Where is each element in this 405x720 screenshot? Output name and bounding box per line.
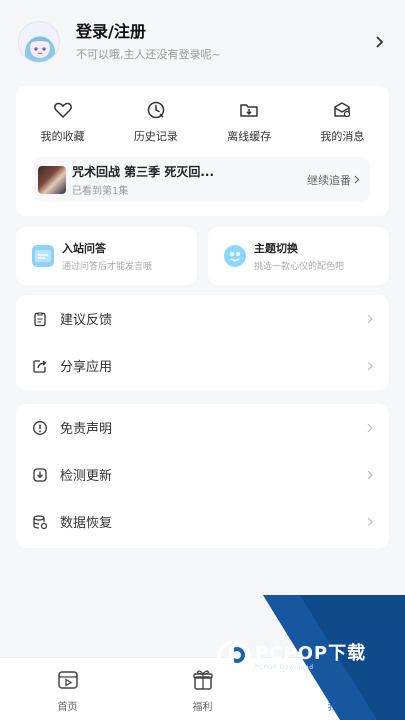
message-icon [334,102,351,118]
tab-home[interactable]: 首页 [0,658,135,720]
menu-share-label: 分享应用 [60,360,113,375]
share-icon [33,359,47,373]
login-hint: 不可以哦,主人还没有登录呢~ [76,48,221,61]
chevron-right-icon [354,175,360,184]
quick-favorites[interactable]: 我的收藏 [23,100,103,144]
qa-entry-card[interactable]: 入站问答 通过问答后才能发言哦 [16,227,197,285]
quick-actions-card: 我的收藏 历史记录 离线缓存 我的消息 咒术回战 第三季 死灭回... 已看到第… [16,86,389,216]
chevron-right-icon[interactable] [375,36,385,48]
chevron-right-icon [367,517,373,526]
chevron-right-icon [367,423,373,432]
menu-disclaimer-label: 免责声明 [60,422,113,437]
play-window-icon [57,671,78,689]
watermark-text: PCPOP下载 [255,642,367,664]
qa-icon [32,245,54,267]
anime-title: 咒术回战 第三季 死灭回... [72,164,215,179]
login-register-title[interactable]: 登录/注册 [76,22,146,41]
tab-welfare-label: 福利 [192,702,213,713]
menu-share[interactable]: 分享应用 [16,342,389,389]
quick-offline[interactable]: 离线缓存 [209,100,289,144]
avatar-image [19,22,59,62]
continue-watching-bar[interactable]: 咒术回战 第三季 死灭回... 已看到第1集 继续追番 [34,157,370,202]
menu-disclaimer[interactable]: 免责声明 [16,404,389,451]
menu-feedback-label: 建议反馈 [60,313,113,328]
database-icon [33,514,48,529]
heart-icon [53,102,72,118]
watermark-subtext: PCPOP Download [255,663,314,671]
watermark: PCPOP下载 PCPOP Download [217,640,366,674]
theme-switch-card[interactable]: 主题切换 挑选一款心仪的配色吧 [208,227,389,285]
menu-data-restore[interactable]: 数据恢复 [16,498,389,545]
profile-header[interactable]: 登录/注册 不可以哦,主人还没有登录呢~ [0,0,405,84]
history-icon [147,101,165,119]
download-folder-icon [240,104,258,117]
quick-actions: 我的收藏 历史记录 离线缓存 我的消息 [16,86,389,144]
menu-group-2: 免责声明 检测更新 数据恢复 [16,404,389,548]
update-icon [33,467,47,482]
chevron-right-icon [367,470,373,479]
tab-home-label: 首页 [57,702,78,713]
chevron-right-icon [367,314,373,323]
avatar[interactable] [18,21,60,63]
theme-icon [224,245,246,267]
menu-feedback[interactable]: 建议反馈 [16,295,389,342]
qa-subtitle: 通过问答后才能发言哦 [62,262,153,272]
theme-title: 主题切换 [254,242,298,255]
quick-favorites-label: 我的收藏 [40,130,85,143]
anime-thumbnail [38,165,66,194]
info-icon [33,420,47,435]
quick-messages-label: 我的消息 [320,130,365,143]
theme-subtitle: 挑选一款心仪的配色吧 [254,262,345,272]
quick-messages[interactable]: 我的消息 [302,100,382,144]
qa-title: 入站问答 [62,242,106,255]
menu-data-restore-label: 数据恢复 [60,516,113,531]
quick-offline-label: 离线缓存 [227,130,272,143]
watch-progress: 已看到第1集 [72,185,129,197]
menu-check-update[interactable]: 检测更新 [16,451,389,498]
quick-history[interactable]: 历史记录 [116,100,196,144]
menu-group-1: 建议反馈 分享应用 [16,295,389,390]
gift-icon [192,670,213,690]
continue-label: 继续追番 [307,173,351,187]
tab-mine-label: 我的 [327,702,348,713]
menu-check-update-label: 检测更新 [60,469,113,484]
continue-watching-button[interactable]: 继续追番 [307,172,360,188]
quick-history-label: 历史记录 [133,130,178,143]
feedback-icon [34,311,46,326]
pcpop-logo-icon [217,640,251,674]
chevron-right-icon [367,361,373,370]
